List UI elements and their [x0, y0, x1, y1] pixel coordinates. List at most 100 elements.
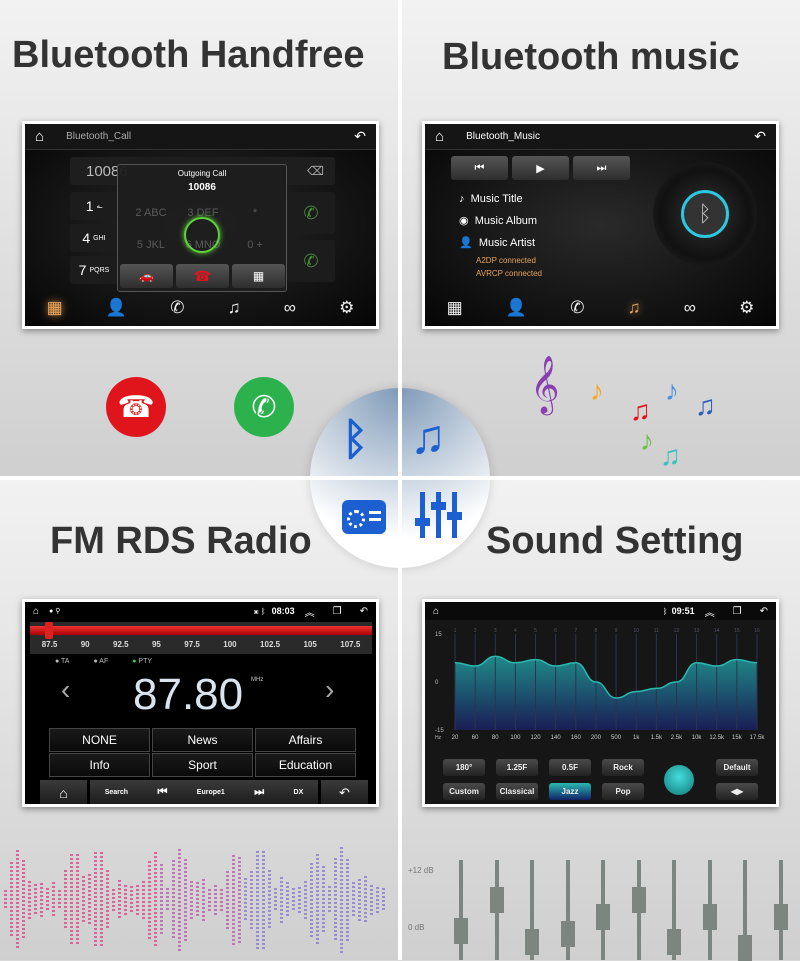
wave-bar [160, 864, 163, 936]
preset-button[interactable]: Pop [602, 783, 644, 800]
pty-button[interactable]: Education [255, 753, 356, 777]
wave-bar [286, 881, 289, 919]
freq-label: 12.5k [709, 735, 725, 741]
back-icon[interactable]: ↶ [360, 606, 368, 617]
af-flag[interactable]: ● AF [93, 658, 108, 665]
artist-name: Music Artist [478, 237, 536, 249]
pty-button[interactable]: Info [49, 753, 150, 777]
wave-bar [262, 851, 265, 949]
tuning-scale[interactable]: 87.5 90 92.5 95 97.5 100 102.5 105 107.5 [30, 622, 372, 654]
seek-forward-icon[interactable]: ⏭ [254, 786, 264, 799]
wave-bar [100, 852, 103, 948]
track-info: ♪ Music Title ◉ Music Album 👤 Music Arti… [459, 188, 537, 254]
dialpad-icon[interactable]: ▦ [447, 298, 463, 318]
dimmed-dial-key: 2 ABC [135, 207, 167, 219]
call-key-icon[interactable]: ✆ [287, 192, 335, 234]
pty-button[interactable]: News [152, 728, 253, 752]
home-button[interactable]: ⌂ [40, 780, 87, 804]
wave-bar [106, 869, 109, 930]
dial-key[interactable]: 4 GHI [70, 224, 118, 252]
home-icon[interactable]: ⌂ [33, 606, 39, 617]
car-audio-button[interactable]: 🚗 [120, 264, 173, 288]
call-log-icon[interactable]: ✆ [170, 298, 184, 318]
preset-button-selected[interactable]: Jazz [549, 783, 591, 800]
recent-apps-icon[interactable]: ❐ [733, 606, 742, 617]
previous-station-arrow[interactable]: ‹ [61, 674, 70, 706]
redial-key-icon[interactable]: ✆ [287, 240, 335, 282]
pty-button[interactable]: NONE [49, 728, 150, 752]
link-icon[interactable]: ∞ [684, 298, 696, 318]
preset-button[interactable]: Custom [443, 783, 485, 800]
preset-button[interactable]: Rock [602, 759, 644, 776]
expand-icon[interactable]: ︽ [705, 604, 715, 619]
backspace-icon[interactable]: ⌫ [307, 164, 324, 178]
wave-bar [298, 886, 301, 914]
settings-icon[interactable]: ⚙ [339, 298, 354, 318]
slider-knob [560, 920, 575, 947]
previous-button[interactable]: ⏮ [451, 156, 508, 180]
wave-bar [178, 848, 181, 952]
scale-tick-label: 100 [223, 640, 237, 649]
wave-bar [376, 886, 379, 914]
preset-button[interactable]: 180° [443, 759, 485, 776]
avrcp-status: AVRCP connected [476, 269, 542, 278]
settings-icon[interactable]: ⚙ [739, 298, 754, 318]
search-button[interactable]: Search [105, 789, 128, 796]
dialpad-icon[interactable]: ▦ [47, 298, 63, 318]
home-icon[interactable]: ⌂ [435, 128, 444, 145]
bluetooth-logo-icon: ᛒ [681, 190, 729, 238]
preset-button[interactable]: 1.25F [496, 759, 538, 776]
recent-apps-icon[interactable]: ❐ [333, 606, 342, 617]
next-station-arrow[interactable]: › [325, 674, 334, 706]
wave-bar [316, 854, 319, 946]
band-number: 1 [454, 628, 457, 634]
back-icon[interactable]: ↶ [354, 128, 366, 145]
bluetooth-call-screen: ⌂ Bluetooth_Call ↶ 10086 ⌫ 1 ـه 4 GHI 7 PQRS … [22, 121, 379, 329]
speaker-balance-icon[interactable]: ◀▶ [716, 783, 758, 800]
db-label: 0 dB [408, 923, 425, 932]
home-icon[interactable]: ⌂ [433, 606, 439, 617]
balance-knob[interactable] [664, 765, 694, 795]
play-button[interactable]: ▶ [512, 156, 569, 180]
pty-button[interactable]: Affairs [255, 728, 356, 752]
back-icon[interactable]: ↶ [760, 606, 768, 617]
default-button[interactable]: Default [716, 759, 758, 776]
ta-flag[interactable]: ● TA [55, 658, 69, 665]
preset-button[interactable]: Classical [496, 783, 538, 800]
pty-flag[interactable]: ● PTY [132, 658, 152, 665]
home-icon[interactable]: ⌂ [35, 128, 44, 145]
contacts-icon[interactable]: 👤 [106, 298, 127, 318]
wave-bar [280, 877, 283, 923]
link-icon[interactable]: ∞ [284, 298, 296, 318]
music-icon[interactable]: ♫ [628, 298, 641, 318]
dial-key[interactable]: 7 PQRS [70, 256, 118, 284]
back-icon[interactable]: ↶ [754, 128, 766, 145]
band-number: 10 [633, 628, 639, 634]
expand-icon[interactable]: ︽ [305, 604, 315, 619]
next-button[interactable]: ⏭ [573, 156, 630, 180]
music-icon[interactable]: ♫ [228, 298, 241, 318]
slider-knob [489, 886, 504, 913]
vertical-divider [398, 0, 402, 960]
keypad-button[interactable]: ▦ [232, 264, 285, 288]
album-icon: ◉ [459, 215, 469, 227]
wave-bar [28, 880, 31, 920]
hangup-button[interactable]: ☎ [176, 264, 229, 288]
seek-back-icon[interactable]: ⏮ [157, 786, 167, 799]
wave-bar [112, 889, 115, 911]
call-log-icon[interactable]: ✆ [570, 298, 584, 318]
equalizer-graph[interactable]: 120260380410051206140716082009500101k111… [425, 622, 779, 747]
clock: 08:03 [271, 606, 295, 616]
y-label: -15 [435, 728, 444, 734]
pty-button[interactable]: Sport [152, 753, 253, 777]
back-button[interactable]: ↶ [321, 780, 368, 804]
wave-bar [94, 852, 97, 948]
preset-button[interactable]: 0.5F [549, 759, 591, 776]
tuning-needle[interactable] [44, 622, 53, 639]
scale-tick-label: 87.5 [41, 640, 58, 649]
y-label: 0 [435, 680, 439, 686]
top-bar: ⌂ Bluetooth_Music ↶ [425, 124, 776, 150]
dial-key[interactable]: 1 ـه [70, 192, 118, 220]
dx-button[interactable]: DX [294, 789, 304, 796]
contacts-icon[interactable]: 👤 [506, 298, 527, 318]
